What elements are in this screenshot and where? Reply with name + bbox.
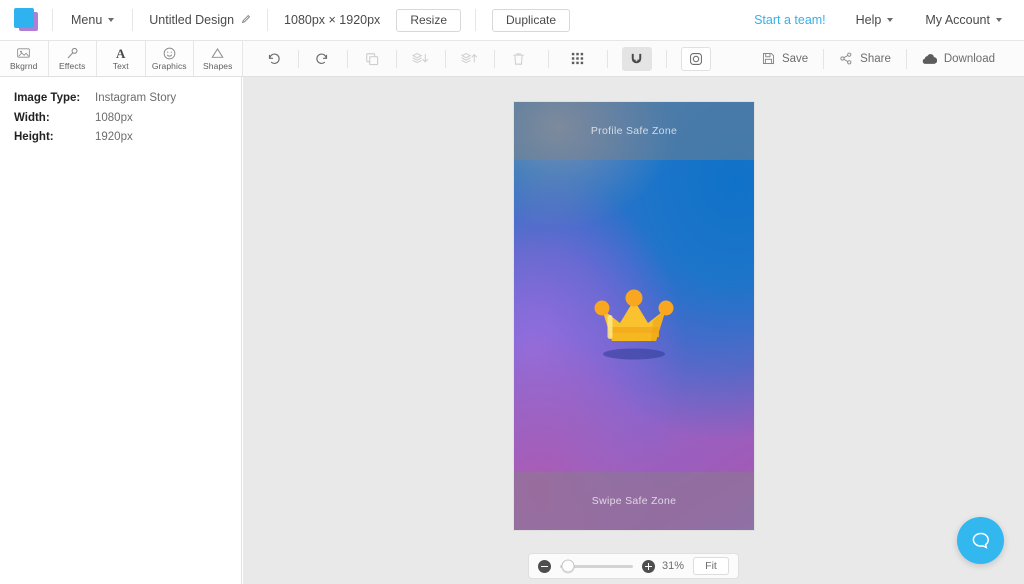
divider	[547, 49, 549, 68]
logo-squares-icon	[13, 7, 39, 33]
zoom-out-button[interactable]	[538, 559, 551, 573]
redo-button[interactable]	[308, 47, 338, 71]
download-label: Download	[943, 52, 995, 65]
properties-panel: Image Type: Instagram Story Width: 1080p…	[0, 77, 242, 584]
zoom-control-bar: 31% Fit	[528, 553, 739, 579]
cloud-download-icon	[922, 52, 937, 65]
profile-safe-zone-label: Profile Safe Zone	[590, 125, 678, 137]
logo-square-blue	[14, 8, 34, 28]
file-actions-group: Save Share Download	[747, 41, 1024, 76]
divider	[606, 49, 608, 68]
divider	[395, 49, 397, 68]
swipe-safe-zone: Swipe Safe Zone	[514, 472, 754, 530]
tool-tab-graphics[interactable]: Graphics	[145, 41, 194, 76]
app-logo[interactable]	[0, 0, 52, 40]
help-chat-button[interactable]	[957, 517, 1004, 564]
my-account-menu[interactable]: My Account	[909, 0, 1024, 40]
safe-zones-button[interactable]	[680, 46, 711, 71]
divider	[346, 49, 348, 68]
bring-forward-button[interactable]	[455, 47, 485, 71]
swipe-safe-zone-label: Swipe Safe Zone	[591, 495, 677, 507]
share-nodes-icon	[839, 52, 853, 65]
help-menu[interactable]: Help	[840, 0, 910, 40]
menu-label: Menu	[71, 13, 103, 27]
property-key: Height:	[14, 131, 54, 143]
download-button[interactable]: Download	[907, 41, 1010, 76]
zoom-percent-label: 31%	[661, 560, 684, 572]
send-backward-button[interactable]	[406, 47, 436, 71]
delete-button[interactable]	[504, 47, 534, 71]
share-button[interactable]: Share	[824, 41, 906, 76]
magic-wand-icon	[66, 47, 79, 60]
tool-tab-label: Graphics	[151, 60, 187, 71]
chevron-down-icon	[108, 18, 115, 22]
property-value: Instagram Story	[95, 92, 177, 104]
property-value: 1920px	[95, 131, 133, 143]
design-title-text: Untitled Design	[149, 13, 235, 27]
tool-tab-label: Shapes	[203, 60, 233, 71]
tool-tab-text[interactable]: A Text	[97, 41, 146, 76]
property-row-height: Height: 1920px	[0, 130, 241, 146]
tool-tab-bkgrnd[interactable]: Bkgrnd	[0, 41, 49, 76]
design-canvas[interactable]: Profile Safe Zone Swipe Safe Zone	[514, 102, 754, 530]
edit-tool-group	[243, 41, 711, 76]
canvas-workspace[interactable]: Profile Safe Zone Swipe Safe Zone 31% Fi…	[243, 77, 1024, 584]
tool-tab-label: Effects	[58, 60, 86, 71]
profile-safe-zone: Profile Safe Zone	[514, 102, 754, 160]
chevron-down-icon	[996, 18, 1002, 22]
triangle-icon	[211, 47, 224, 60]
design-title-field[interactable]: Untitled Design	[133, 0, 267, 40]
tool-tab-label: Text	[112, 60, 129, 71]
floppy-disk-icon	[762, 52, 775, 65]
duplicate-button[interactable]: Duplicate	[492, 8, 571, 32]
editor-toolbar: Bkgrnd Effects A Text Graphics Shapes Sa…	[0, 41, 1024, 77]
divider	[444, 49, 446, 68]
image-icon	[17, 47, 31, 60]
crown-icon	[594, 289, 674, 360]
property-key: Width:	[14, 111, 50, 124]
snap-to-guides-button[interactable]	[621, 46, 652, 71]
property-row-image-type: Image Type: Instagram Story	[0, 91, 241, 107]
divider	[665, 49, 667, 68]
share-label: Share	[860, 52, 891, 65]
save-label: Save	[781, 52, 809, 65]
tool-tab-label: Bkgrnd	[9, 60, 38, 71]
design-editor-app: Menu Untitled Design 1080px × 1920px Res…	[0, 0, 1024, 584]
smiley-icon	[163, 47, 176, 60]
tool-tab-shapes[interactable]: Shapes	[194, 41, 243, 76]
pencil-edit-icon[interactable]	[241, 14, 251, 27]
crown-graphic[interactable]	[585, 275, 683, 365]
menu-button[interactable]: Menu	[53, 0, 132, 40]
zoom-slider-handle[interactable]	[561, 559, 575, 573]
divider	[493, 49, 495, 68]
canvas-dimensions-label: 1080px × 1920px	[284, 13, 381, 27]
chat-bubble-icon	[972, 532, 989, 549]
zoom-slider[interactable]	[560, 559, 633, 573]
tool-tab-effects[interactable]: Effects	[48, 41, 97, 76]
duplicate-layer-button[interactable]	[357, 47, 387, 71]
property-row-width: Width: 1080px	[0, 111, 241, 127]
property-value: 1080px	[95, 111, 133, 124]
resize-button[interactable]: Resize	[396, 8, 461, 32]
chevron-down-icon	[887, 18, 894, 22]
save-button[interactable]: Save	[747, 41, 823, 76]
property-key: Image Type:	[14, 92, 81, 104]
zoom-in-button[interactable]	[641, 559, 655, 573]
undo-button[interactable]	[259, 47, 289, 71]
help-menu-label: Help	[855, 13, 882, 27]
grid-button[interactable]	[563, 47, 593, 71]
top-bar: Menu Untitled Design 1080px × 1920px Res…	[0, 0, 1024, 41]
my-account-label: My Account	[925, 13, 990, 27]
start-a-team-link[interactable]: Start a team!	[740, 0, 840, 40]
divider	[297, 49, 299, 68]
text-a-icon: A	[116, 45, 126, 61]
tool-tab-group: Bkgrnd Effects A Text Graphics Shapes	[0, 41, 243, 76]
fit-button[interactable]: Fit	[693, 557, 729, 575]
